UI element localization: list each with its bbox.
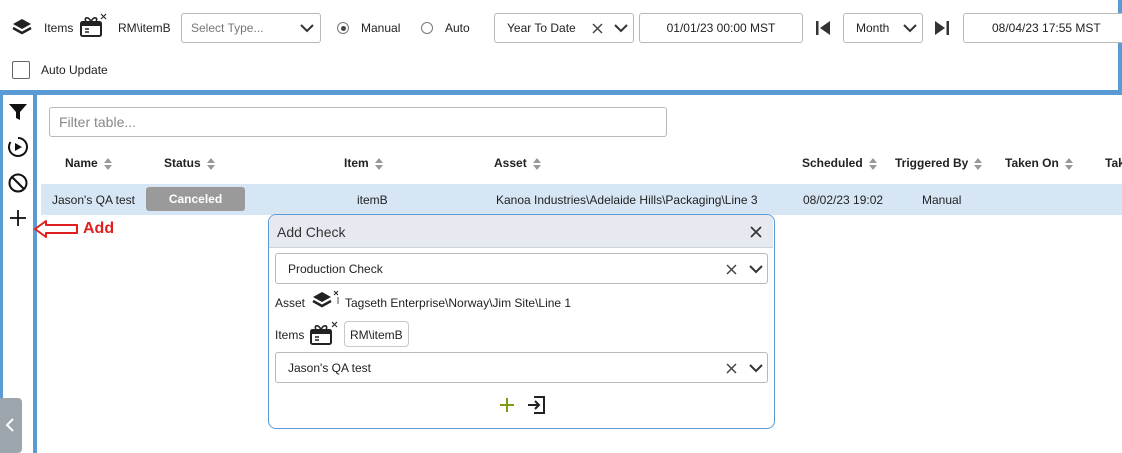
annotation-label: Add [83,220,115,237]
sort-icon [974,157,983,170]
cell-triggered-by: Manual [922,193,962,207]
column-header-name[interactable]: Name [65,156,113,171]
dialog-title: Add Check [277,224,346,240]
plus-icon [500,398,514,412]
type-select-placeholder: Select Type... [191,21,264,35]
asset-value: Tagseth Enterprise\Norway\Jim Site\Line … [345,296,572,310]
column-header-label: Scheduled [802,156,863,170]
item-chip[interactable]: RM\itemB [344,321,409,347]
item-value: RM\itemB [118,21,171,35]
asset-label: Asset [275,296,306,310]
item-chip-label: RM\itemB [350,328,403,342]
column-header-label: Triggered By [895,156,969,170]
filter-table-placeholder: Filter table... [59,114,137,130]
manual-radio[interactable] [337,22,349,34]
auto-update-label[interactable]: Auto Update [41,63,108,77]
cell-scheduled: 08/02/23 19:02 [803,193,884,207]
exit-button[interactable] [526,395,546,415]
status-badge: Canceled [146,187,245,211]
check-type-select[interactable]: Production Check [275,253,768,284]
sort-icon [868,157,877,170]
layers-icon[interactable] [311,290,341,314]
clear-icon[interactable] [726,264,737,275]
start-date-value: 01/01/23 00:00 MST [666,21,776,35]
chevron-down-icon [903,24,917,33]
type-select[interactable]: Select Type... [181,13,321,43]
sort-icon [1064,157,1073,170]
period-select-value: Month [856,21,890,35]
clear-icon[interactable] [592,23,603,34]
column-header-label: Item [344,156,369,170]
auto-radio[interactable] [421,22,433,34]
items-label: Items [275,328,305,342]
chevron-down-icon [614,24,628,33]
check-name-select[interactable]: Jason's QA test [275,352,768,383]
cancel-icon[interactable] [7,172,29,194]
column-header-taken-on[interactable]: Taken On [1005,156,1074,171]
column-header-scheduled[interactable]: Scheduled [802,156,878,171]
cell-name: Jason's QA test [52,193,135,207]
column-header-item[interactable]: Item [344,156,384,171]
chevron-down-icon [749,265,763,274]
column-header-triggered-by[interactable]: Triggered By [895,156,983,171]
chevron-down-icon [300,24,314,33]
cell-item: itemB [357,193,388,207]
end-date-value: 08/04/23 17:55 MST [992,21,1101,35]
auto-radio-label[interactable]: Auto [445,21,470,35]
add-button[interactable] [498,396,516,414]
check-name-value: Jason's QA test [288,361,371,375]
package-icon[interactable] [80,13,108,39]
range-select[interactable]: Year To Date [494,13,634,43]
dialog-header: Add Check [269,215,773,248]
collapse-tab[interactable] [0,398,22,453]
column-header-label: Taken On [1005,156,1059,170]
plus-icon[interactable] [9,209,27,227]
period-select[interactable]: Month [843,13,923,43]
sort-icon [206,157,215,170]
play-circle-icon[interactable] [7,136,29,158]
column-header-label: Status [164,156,201,170]
chevron-left-icon [5,418,14,432]
skip-forward-icon[interactable] [933,19,951,37]
manual-radio-label[interactable]: Manual [361,21,400,35]
auto-update-checkbox[interactable] [12,61,30,79]
end-date-input[interactable]: 08/04/23 17:55 MST [963,13,1122,43]
package-icon[interactable] [310,321,340,347]
sort-icon [532,157,541,170]
column-header-status[interactable]: Status [164,156,216,171]
check-type-value: Production Check [288,262,383,276]
items-label: Items [44,21,74,35]
add-check-dialog: Add Check Production Check Asset Tagseth… [268,214,775,429]
annotation-arrow [33,219,79,239]
filter-table-input[interactable]: Filter table... [49,107,667,137]
close-icon[interactable] [750,226,762,238]
sort-icon [374,157,383,170]
column-header-label: Name [65,156,98,170]
sign-in-icon [528,396,545,414]
column-header-label: Asset [494,156,527,170]
column-header-taken-by[interactable]: Tak [1105,156,1122,170]
column-header-asset[interactable]: Asset [494,156,542,171]
skip-back-icon[interactable] [814,19,832,37]
chevron-down-icon [749,364,763,373]
cell-asset: Kanoa Industries\Adelaide Hills\Packagin… [496,193,758,207]
panel-divider[interactable] [33,95,37,453]
layers-icon[interactable] [11,17,33,39]
toolbar-divider [0,90,1122,95]
sort-icon [103,157,112,170]
range-select-value: Year To Date [507,21,576,35]
clear-icon[interactable] [726,363,737,374]
filter-icon[interactable] [8,102,28,122]
start-date-input[interactable]: 01/01/23 00:00 MST [639,13,803,43]
